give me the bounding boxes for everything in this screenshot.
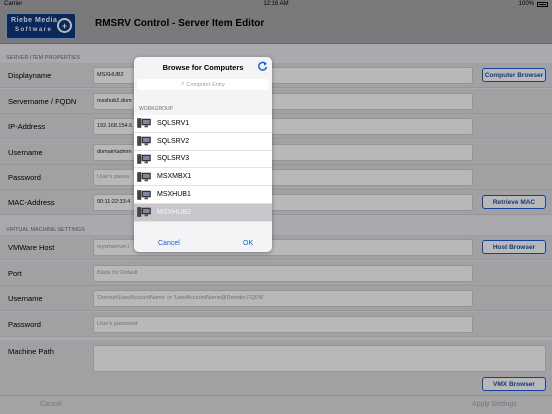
computer-list-item[interactable]: MSXHUB1	[134, 186, 272, 204]
computer-name: MSXHUB2	[157, 208, 191, 216]
refresh-icon[interactable]	[257, 61, 268, 72]
modal-dim-overlay[interactable]	[0, 0, 552, 414]
computer-icon	[137, 154, 151, 164]
popover-ok-button[interactable]: OK	[243, 240, 253, 247]
search-placeholder: Computer Entry	[186, 81, 225, 88]
popover-cancel-button[interactable]: Cancel	[158, 240, 180, 247]
computer-name: MSXHUB1	[157, 191, 191, 199]
popover-title: Browse for Computers	[162, 63, 244, 72]
computer-search-input[interactable]: ⌕ Computer Entry	[137, 79, 269, 90]
workgroup-header: WORKGROUP	[139, 106, 173, 112]
computer-list-item[interactable]: SQLSRV2	[134, 132, 272, 151]
computer-list-item[interactable]: MSXMBX1	[134, 168, 272, 187]
computer-list: SQLSRV1 SQLSRV2 SQLSRV3 MSXMBX1 MSXHUB1 MSXHU…	[134, 115, 272, 222]
computer-icon	[137, 189, 151, 200]
magnifier-icon: ⌕	[181, 81, 185, 87]
computer-list-item[interactable]: SQLSRV1	[134, 115, 272, 133]
computer-icon	[137, 207, 151, 218]
computer-name: MSXMBX1	[157, 173, 192, 181]
computer-list-item[interactable]: SQLSRV3	[134, 150, 272, 169]
computer-list-item[interactable]: MSXHUB2	[134, 203, 272, 222]
computer-name: SQLSRV1	[157, 119, 190, 127]
browse-computers-popover: Browse for Computers ⌕ Computer Entry WO…	[134, 57, 272, 252]
computer-icon	[137, 118, 151, 129]
computer-icon	[137, 172, 151, 182]
computer-icon	[137, 136, 151, 146]
computer-name: SQLSRV2	[157, 137, 190, 145]
computer-name: SQLSRV3	[157, 155, 190, 163]
